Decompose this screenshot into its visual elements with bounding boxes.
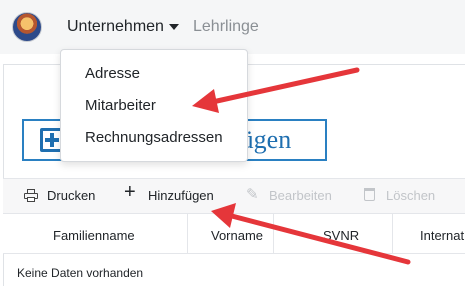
printer-icon <box>24 189 38 202</box>
plus-icon: + <box>124 181 136 203</box>
column-header-svnr: SVNR <box>323 228 360 243</box>
column-header-familienname: Familienname <box>53 228 135 243</box>
company-logo-avatar[interactable] <box>12 12 42 42</box>
trash-icon <box>364 188 375 201</box>
caret-down-icon[interactable] <box>169 24 179 30</box>
nav-apprentices-link[interactable]: Lehrlinge <box>193 18 259 36</box>
edit-button[interactable]: Bearbeiten <box>269 188 332 203</box>
menu-item-address[interactable]: Adresse <box>85 65 140 82</box>
column-header-internat: Internat <box>420 228 465 243</box>
add-button[interactable]: Hinzufügen <box>148 188 214 203</box>
empty-grid-message: Keine Daten vorhanden <box>17 266 144 280</box>
nav-company-menu[interactable]: Unternehmen <box>67 18 164 36</box>
print-button[interactable]: Drucken <box>47 188 95 203</box>
delete-button[interactable]: Löschen <box>386 188 435 203</box>
pencil-icon: ✎ <box>246 186 259 203</box>
company-dropdown-menu: Adresse Mitarbeiter Rechnungsadressen <box>60 49 248 162</box>
menu-item-billing-addresses[interactable]: Rechnungsadressen <box>85 129 223 146</box>
menu-item-employees[interactable]: Mitarbeiter <box>85 97 156 114</box>
column-header-vorname: Vorname <box>211 228 264 243</box>
